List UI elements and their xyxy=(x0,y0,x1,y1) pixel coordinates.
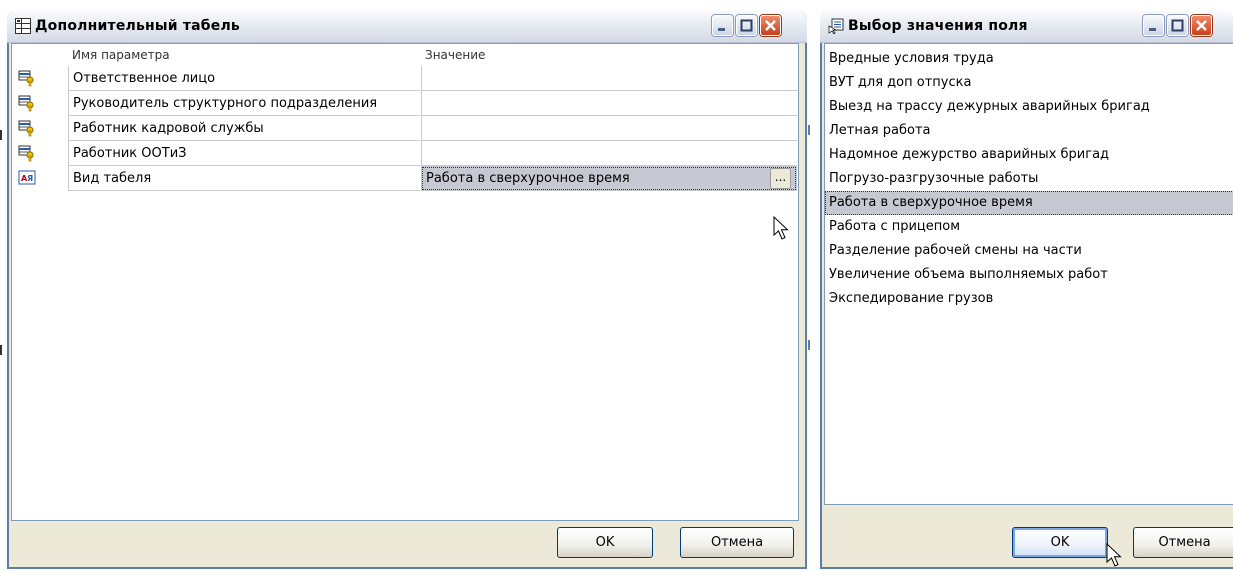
param-name: Руководитель структурного подразделения xyxy=(68,91,420,116)
param-value[interactable] xyxy=(421,141,797,166)
param-name: Вид табеля xyxy=(68,166,420,191)
list-item[interactable]: ВУТ для доп отпуска xyxy=(825,71,1233,95)
ok-button[interactable]: OK xyxy=(1012,527,1108,558)
param-name: Ответственное лицо xyxy=(68,66,420,91)
table-row[interactable]: Руководитель структурного подразделения xyxy=(12,91,798,116)
param-value-text: Работа в сверхурочное время xyxy=(426,171,630,186)
param-name: Работник кадровой службы xyxy=(68,116,420,141)
edge-artifact xyxy=(0,345,2,355)
person-key-icon xyxy=(18,119,36,137)
close-icon xyxy=(765,20,776,31)
list-item[interactable]: Увеличение объема выполняемых работ xyxy=(825,263,1233,287)
table-properties-icon xyxy=(15,18,31,34)
list-item[interactable]: Летная работа xyxy=(825,119,1233,143)
maximize-button[interactable] xyxy=(1167,15,1188,36)
table-row[interactable]: Работник кадровой службы xyxy=(12,116,798,141)
window-title: Выбор значения поля xyxy=(848,18,1028,34)
person-key-icon xyxy=(18,144,36,162)
close-button[interactable] xyxy=(760,15,781,36)
person-key-icon xyxy=(18,69,36,87)
minimize-button[interactable] xyxy=(712,15,733,36)
title-bar[interactable]: Дополнительный табель xyxy=(7,11,807,43)
list-item[interactable]: Разделение рабочей смены на части xyxy=(825,239,1233,263)
list-select-icon xyxy=(828,18,844,35)
column-header-value[interactable]: Значение xyxy=(421,44,797,66)
ellipsis-button[interactable]: ... xyxy=(770,168,791,189)
grid-header: Имя параметра Значение xyxy=(12,44,798,66)
column-header-name[interactable]: Имя параметра xyxy=(68,44,420,66)
param-name: Работник ООТиЗ xyxy=(68,141,420,166)
person-key-icon xyxy=(18,94,36,112)
table-row[interactable]: Ответственное лицо xyxy=(12,66,798,91)
maximize-button[interactable] xyxy=(736,15,757,36)
close-icon xyxy=(1196,20,1207,31)
param-value[interactable] xyxy=(421,116,797,141)
param-value[interactable] xyxy=(421,91,797,116)
mouse-pointer-icon xyxy=(773,215,789,240)
window-title: Дополнительный табель xyxy=(35,18,240,34)
ok-button[interactable]: OK xyxy=(557,527,653,558)
list-item-selected[interactable]: Работа в сверхурочное время xyxy=(825,191,1233,215)
additional-timesheet-window: Дополнительный табель Имя параметра Знач… xyxy=(7,11,807,569)
cancel-button[interactable]: Отмена xyxy=(1133,527,1233,558)
list-item[interactable]: Вредные условия труда xyxy=(825,47,1233,71)
edge-artifact xyxy=(808,125,810,135)
edge-artifact xyxy=(808,340,810,350)
close-button[interactable] xyxy=(1191,15,1212,36)
list-item[interactable]: Надомное дежурство аварийных бригад xyxy=(825,143,1233,167)
svg-text:Я: Я xyxy=(27,174,33,183)
parameters-grid: Имя параметра Значение Ответственное лиц… xyxy=(11,43,799,521)
list-item[interactable]: Погрузо-разгрузочные работы xyxy=(825,167,1233,191)
text-field-icon: A Я xyxy=(18,169,36,187)
table-row[interactable]: Работник ООТиЗ xyxy=(12,141,798,166)
value-list[interactable]: Вредные условия труда ВУТ для доп отпуск… xyxy=(824,43,1233,505)
table-row[interactable]: A Я Вид табеля Работа в сверхурочное вре… xyxy=(12,166,798,191)
minimize-button[interactable] xyxy=(1143,15,1164,36)
cancel-button[interactable]: Отмена xyxy=(680,527,794,558)
list-item[interactable]: Выезд на трассу дежурных аварийных брига… xyxy=(825,95,1233,119)
mouse-pointer-icon xyxy=(1106,542,1122,567)
select-field-value-window: Выбор значения поля Вредные условия труд… xyxy=(820,11,1233,569)
param-value-selected[interactable]: Работа в сверхурочное время ... xyxy=(421,166,797,191)
list-item[interactable]: Экспедирование грузов xyxy=(825,287,1233,311)
title-bar[interactable]: Выбор значения поля xyxy=(820,11,1233,43)
param-value[interactable] xyxy=(421,66,797,91)
list-item[interactable]: Работа с прицепом xyxy=(825,215,1233,239)
edge-artifact xyxy=(0,130,2,140)
